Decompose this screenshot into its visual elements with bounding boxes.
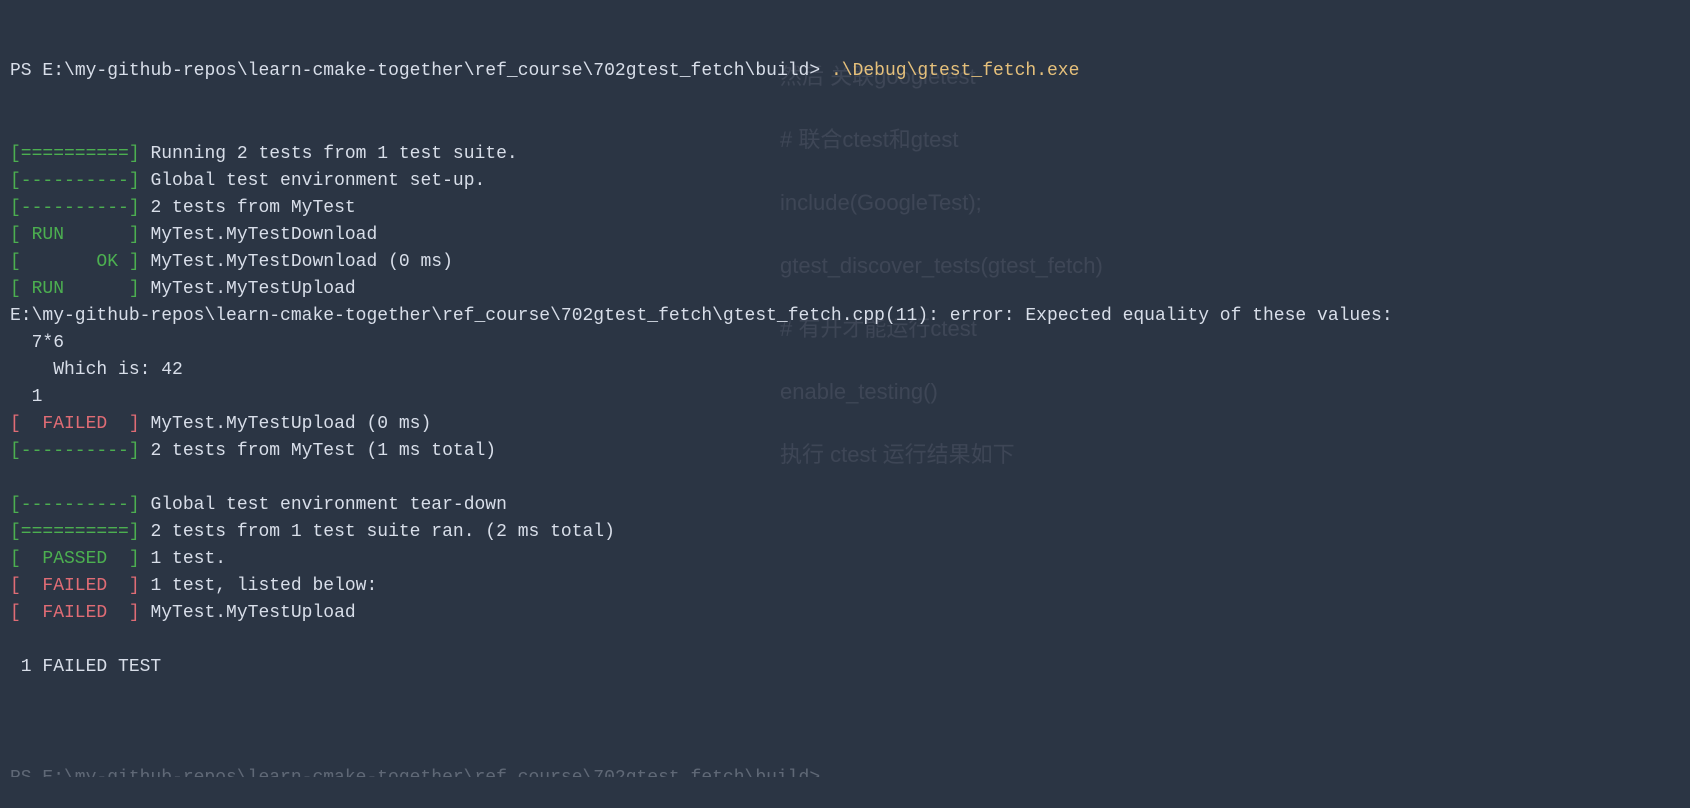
prompt-path: E:\my-github-repos\learn-cmake-together\… <box>42 61 820 81</box>
command-text: .\Debug\gtest_fetch.exe <box>831 61 1079 81</box>
gtest-bracket-open: [ <box>10 225 32 245</box>
shell-label: PS <box>10 61 32 81</box>
gtest-bracket-open: [ <box>10 414 42 434</box>
output-line: [ RUN ] MyTest.MyTestDownload <box>10 222 1680 249</box>
gtest-bracket-close: ] <box>118 252 150 272</box>
gtest-status: PASSED <box>42 549 107 569</box>
terminal-pane[interactable]: PS E:\my-github-repos\learn-cmake-togeth… <box>0 0 1690 808</box>
output-line: E:\my-github-repos\learn-cmake-together\… <box>10 303 1680 330</box>
output-text: MyTest.MyTestUpload <box>150 279 355 299</box>
gtest-bracket: [==========] <box>10 144 150 164</box>
output-line: [----------] Global test environment set… <box>10 168 1680 195</box>
gtest-bracket-open: [ <box>10 549 42 569</box>
gtest-status: FAILED <box>42 576 107 596</box>
output-line: [ RUN ] MyTest.MyTestUpload <box>10 276 1680 303</box>
gtest-bracket-open: [ <box>10 279 32 299</box>
output-line: [==========] 2 tests from 1 test suite r… <box>10 519 1680 546</box>
output-line: [ FAILED ] 1 test, listed below: <box>10 573 1680 600</box>
gtest-status: FAILED <box>42 414 107 434</box>
gtest-bracket: [----------] <box>10 495 150 515</box>
output-line: [----------] 2 tests from MyTest (1 ms t… <box>10 438 1680 465</box>
terminal-output: [==========] Running 2 tests from 1 test… <box>10 141 1680 681</box>
output-text: MyTest.MyTestDownload <box>150 225 377 245</box>
output-line: 1 <box>10 384 1680 411</box>
gtest-bracket: [----------] <box>10 441 150 461</box>
output-line: [ FAILED ] MyTest.MyTestUpload <box>10 600 1680 627</box>
gtest-bracket-open: [ <box>10 252 96 272</box>
output-line <box>10 465 1680 492</box>
gtest-status: FAILED <box>42 603 107 623</box>
output-text: 2 tests from MyTest (1 ms total) <box>150 441 496 461</box>
output-line: 7*6 <box>10 330 1680 357</box>
partial-prompt: PS E:\my-github-repos\learn-cmake-togeth… <box>10 765 1680 777</box>
output-line: [----------] Global test environment tea… <box>10 492 1680 519</box>
prompt-line: PS E:\my-github-repos\learn-cmake-togeth… <box>10 58 1680 85</box>
output-line: [----------] 2 tests from MyTest <box>10 195 1680 222</box>
output-line: 1 FAILED TEST <box>10 654 1680 681</box>
output-text: MyTest.MyTestUpload (0 ms) <box>150 414 431 434</box>
gtest-bracket: [==========] <box>10 522 150 542</box>
gtest-status: OK <box>96 252 118 272</box>
gtest-bracket-open: [ <box>10 603 42 623</box>
output-line: [ OK ] MyTest.MyTestDownload (0 ms) <box>10 249 1680 276</box>
output-line: [ FAILED ] MyTest.MyTestUpload (0 ms) <box>10 411 1680 438</box>
output-line <box>10 627 1680 654</box>
output-text: Running 2 tests from 1 test suite. <box>150 144 517 164</box>
gtest-bracket: [----------] <box>10 171 150 191</box>
output-text: Global test environment set-up. <box>150 171 485 191</box>
gtest-bracket-close: ] <box>107 576 150 596</box>
output-text: MyTest.MyTestDownload (0 ms) <box>150 252 452 272</box>
output-text: 2 tests from 1 test suite ran. (2 ms tot… <box>150 522 614 542</box>
gtest-status: RUN <box>32 279 64 299</box>
output-line: [==========] Running 2 tests from 1 test… <box>10 141 1680 168</box>
gtest-bracket-close: ] <box>64 225 150 245</box>
gtest-bracket-close: ] <box>107 414 150 434</box>
gtest-bracket-close: ] <box>64 279 150 299</box>
output-text: 2 tests from MyTest <box>150 198 355 218</box>
output-text: Global test environment tear-down <box>150 495 506 515</box>
output-line: [ PASSED ] 1 test. <box>10 546 1680 573</box>
output-text: 1 test. <box>150 549 226 569</box>
gtest-bracket-close: ] <box>107 549 150 569</box>
gtest-status: RUN <box>32 225 64 245</box>
gtest-bracket-close: ] <box>107 603 150 623</box>
gtest-bracket-open: [ <box>10 576 42 596</box>
output-text: MyTest.MyTestUpload <box>150 603 355 623</box>
output-text: 1 test, listed below: <box>150 576 377 596</box>
gtest-bracket: [----------] <box>10 198 150 218</box>
output-line: Which is: 42 <box>10 357 1680 384</box>
